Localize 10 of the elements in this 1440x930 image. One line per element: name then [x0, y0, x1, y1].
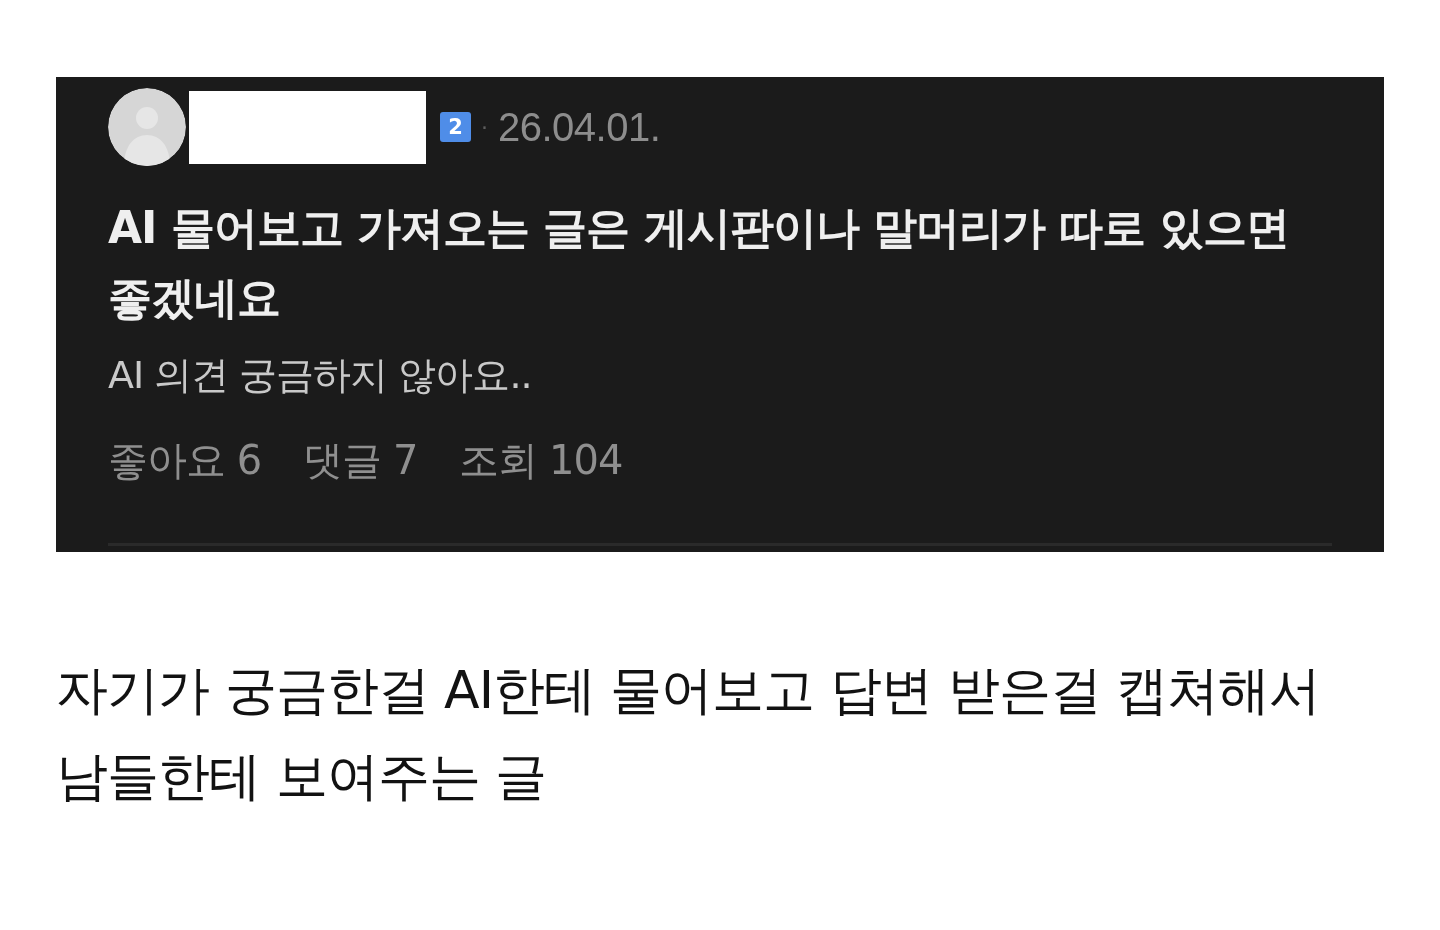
post-title: AI 물어보고 가져오는 글은 게시판이나 말머리가 따로 있으면 좋겠네요: [108, 201, 1290, 325]
level-badge: 2: [440, 112, 471, 142]
stat-text: 댓글 7: [303, 436, 418, 485]
post-body: AI 의견 궁금하지 않아요..: [108, 352, 533, 399]
caption-text: 자기가 궁금한걸 AI한테 물어보고 답변 받은걸 캡쳐해서 남들한테 보여주는 글: [56, 659, 1322, 808]
stat-text: 좋아요 6: [108, 436, 262, 485]
separator-dot: ·: [481, 114, 488, 140]
avatar-silhouette-icon: [108, 88, 186, 166]
post-date: 26.04.01.: [498, 104, 661, 150]
stat-text: 조회 104: [459, 436, 623, 485]
